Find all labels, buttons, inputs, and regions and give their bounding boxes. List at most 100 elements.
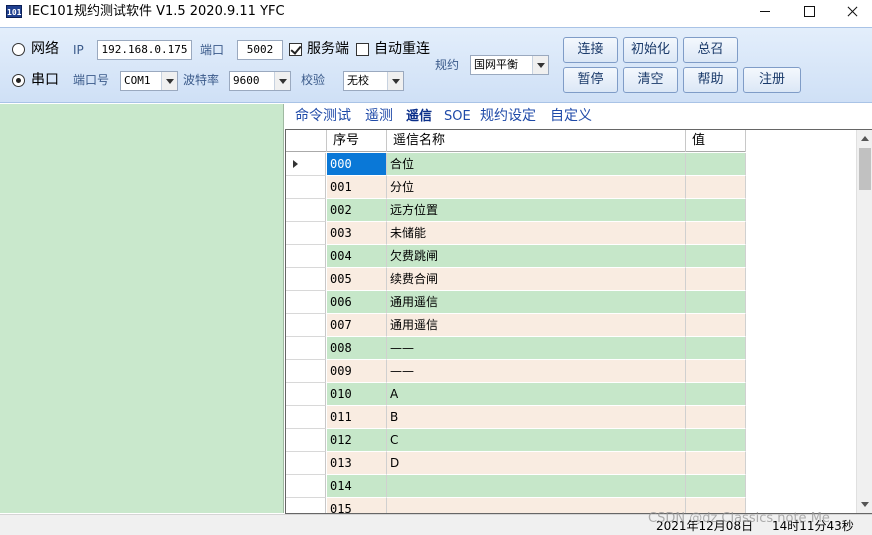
cell-value[interactable] bbox=[686, 222, 746, 245]
cell-index[interactable]: 014 bbox=[327, 475, 387, 498]
serial-radio[interactable] bbox=[12, 74, 25, 87]
scroll-thumb[interactable] bbox=[859, 148, 871, 190]
chevron-down-icon[interactable] bbox=[161, 72, 177, 90]
baud-select[interactable]: 9600 bbox=[229, 71, 291, 91]
row-header[interactable] bbox=[286, 498, 326, 513]
row-header[interactable] bbox=[286, 475, 326, 498]
cell-value[interactable] bbox=[686, 314, 746, 337]
com-port-select[interactable]: COM1 bbox=[120, 71, 178, 91]
row-header[interactable] bbox=[286, 222, 326, 245]
tab-custom[interactable]: 自定义 bbox=[550, 106, 592, 126]
cell-index[interactable]: 015 bbox=[327, 498, 387, 513]
cell-value[interactable] bbox=[686, 429, 746, 452]
row-header[interactable] bbox=[286, 268, 326, 291]
cell-name[interactable] bbox=[387, 498, 686, 513]
cell-index[interactable]: 013 bbox=[327, 452, 387, 475]
cell-value[interactable] bbox=[686, 475, 746, 498]
cell-index[interactable]: 006 bbox=[327, 291, 387, 314]
cell-index[interactable]: 002 bbox=[327, 199, 387, 222]
connect-button[interactable]: 连接 bbox=[563, 37, 618, 63]
cell-name[interactable]: 合位 bbox=[387, 153, 686, 176]
row-header[interactable] bbox=[286, 245, 326, 268]
cell-index[interactable]: 010 bbox=[327, 383, 387, 406]
close-icon[interactable] bbox=[830, 0, 872, 24]
cell-index[interactable]: 004 bbox=[327, 245, 387, 268]
cell-name[interactable]: A bbox=[387, 383, 686, 406]
tab-command-test[interactable]: 命令测试 bbox=[295, 106, 351, 126]
clear-button[interactable]: 清空 bbox=[623, 67, 678, 93]
tab-protocol-settings[interactable]: 规约设定 bbox=[480, 106, 536, 126]
cell-value[interactable] bbox=[686, 153, 746, 176]
cell-index[interactable]: 009 bbox=[327, 360, 387, 383]
cell-name[interactable]: 续费合闸 bbox=[387, 268, 686, 291]
cell-name[interactable]: 未储能 bbox=[387, 222, 686, 245]
cell-name[interactable]: —— bbox=[387, 360, 686, 383]
cell-name[interactable]: 通用遥信 bbox=[387, 291, 686, 314]
row-header[interactable] bbox=[286, 314, 326, 337]
chevron-down-icon[interactable] bbox=[387, 72, 403, 90]
scroll-down-icon[interactable] bbox=[857, 497, 872, 513]
row-header[interactable] bbox=[286, 199, 326, 222]
chevron-down-icon[interactable] bbox=[532, 56, 548, 74]
help-button[interactable]: 帮助 bbox=[683, 67, 738, 93]
cell-value[interactable] bbox=[686, 291, 746, 314]
tab-soe[interactable]: SOE bbox=[444, 107, 471, 127]
row-header[interactable] bbox=[286, 153, 326, 176]
cell-name[interactable]: —— bbox=[387, 337, 686, 360]
row-header[interactable] bbox=[286, 360, 326, 383]
cell-value[interactable] bbox=[686, 360, 746, 383]
cell-index[interactable]: 005 bbox=[327, 268, 387, 291]
network-radio[interactable] bbox=[12, 43, 25, 56]
reconnect-checkbox[interactable] bbox=[356, 43, 369, 56]
cell-name[interactable]: B bbox=[387, 406, 686, 429]
chevron-down-icon[interactable] bbox=[274, 72, 290, 90]
cell-value[interactable] bbox=[686, 245, 746, 268]
cell-value[interactable] bbox=[686, 383, 746, 406]
tab-telemetry[interactable]: 遥测 bbox=[365, 106, 393, 126]
cell-value[interactable] bbox=[686, 337, 746, 360]
cell-name[interactable] bbox=[387, 475, 686, 498]
pause-button[interactable]: 暂停 bbox=[563, 67, 618, 93]
port-input[interactable]: 5002 bbox=[237, 40, 283, 60]
cell-index[interactable]: 001 bbox=[327, 176, 387, 199]
cell-value[interactable] bbox=[686, 199, 746, 222]
ip-input[interactable]: 192.168.0.175 bbox=[97, 40, 192, 60]
scroll-up-icon[interactable] bbox=[857, 130, 872, 146]
server-checkbox[interactable] bbox=[289, 43, 302, 56]
register-button[interactable]: 注册 bbox=[743, 67, 801, 93]
vertical-scrollbar[interactable] bbox=[856, 130, 872, 513]
header-index[interactable]: 序号 bbox=[327, 130, 387, 152]
row-header[interactable] bbox=[286, 291, 326, 314]
row-header[interactable] bbox=[286, 429, 326, 452]
cell-value[interactable] bbox=[686, 176, 746, 199]
cell-name[interactable]: 欠费跳闸 bbox=[387, 245, 686, 268]
cell-name[interactable]: 远方位置 bbox=[387, 199, 686, 222]
cell-index[interactable]: 011 bbox=[327, 406, 387, 429]
cell-value[interactable] bbox=[686, 406, 746, 429]
cell-name[interactable]: C bbox=[387, 429, 686, 452]
row-header[interactable] bbox=[286, 337, 326, 360]
cell-index[interactable]: 007 bbox=[327, 314, 387, 337]
header-name[interactable]: 遥信名称 bbox=[387, 130, 686, 152]
cell-name[interactable]: 通用遥信 bbox=[387, 314, 686, 337]
cell-index[interactable]: 003 bbox=[327, 222, 387, 245]
header-value[interactable]: 值 bbox=[686, 130, 746, 152]
protocol-select[interactable]: 国网平衡 bbox=[470, 55, 549, 75]
minimize-icon[interactable] bbox=[742, 0, 788, 24]
parity-select[interactable]: 无校 bbox=[343, 71, 404, 91]
cell-index[interactable]: 008 bbox=[327, 337, 387, 360]
general-call-button[interactable]: 总召 bbox=[683, 37, 738, 63]
init-button[interactable]: 初始化 bbox=[623, 37, 678, 63]
cell-name[interactable]: 分位 bbox=[387, 176, 686, 199]
row-header[interactable] bbox=[286, 452, 326, 475]
cell-index[interactable]: 012 bbox=[327, 429, 387, 452]
row-header[interactable] bbox=[286, 406, 326, 429]
maximize-icon[interactable] bbox=[786, 0, 832, 24]
row-header[interactable] bbox=[286, 176, 326, 199]
cell-value[interactable] bbox=[686, 268, 746, 291]
cell-index[interactable]: 000 bbox=[327, 153, 387, 176]
tab-telesignal[interactable]: 遥信 bbox=[406, 107, 432, 127]
row-header[interactable] bbox=[286, 383, 326, 406]
cell-value[interactable] bbox=[686, 452, 746, 475]
cell-name[interactable]: D bbox=[387, 452, 686, 475]
